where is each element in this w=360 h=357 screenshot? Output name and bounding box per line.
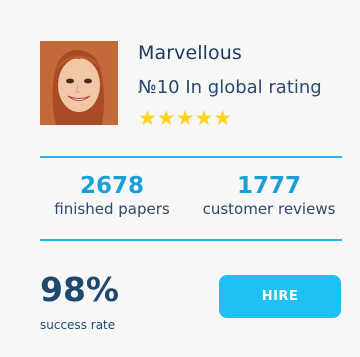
global-rank: №10 In global rating <box>138 77 322 98</box>
stat-label: customer reviews <box>202 200 336 218</box>
bottom-divider <box>40 239 342 241</box>
avatar <box>40 41 118 125</box>
writer-card: Marvellous №10 In global rating ★★★★★ 26… <box>0 0 360 357</box>
stat-customer-reviews: 1777 customer reviews <box>196 172 342 218</box>
stat-value: 1777 <box>236 173 301 199</box>
stat-finished-papers: 2678 finished papers <box>46 172 178 218</box>
stat-label: finished papers <box>54 200 170 218</box>
top-divider <box>40 156 342 158</box>
success-rate-value: 98% <box>40 270 119 309</box>
success-rate-label: success rate <box>40 318 116 332</box>
star-rating: ★★★★★ <box>138 106 233 130</box>
hire-button[interactable]: HIRE <box>219 275 341 318</box>
stat-value: 2678 <box>79 173 144 199</box>
writer-name: Marvellous <box>138 42 242 64</box>
